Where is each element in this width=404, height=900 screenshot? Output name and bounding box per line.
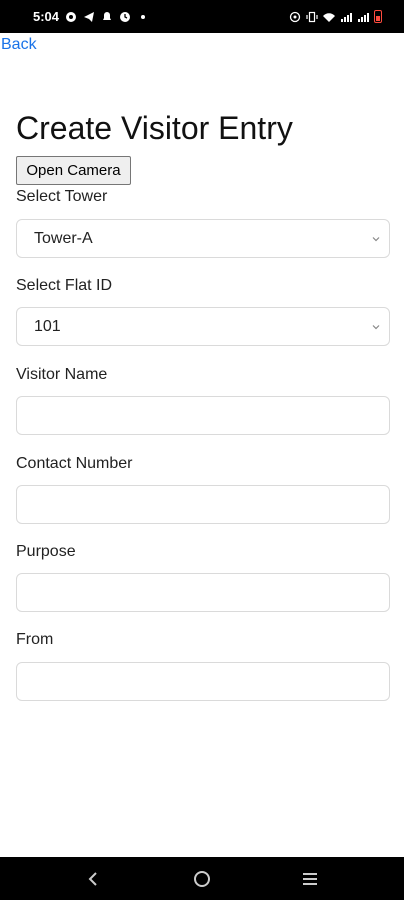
signal-secondary-icon xyxy=(357,11,369,23)
visitor-name-input[interactable] xyxy=(16,396,390,435)
status-left: 5:04 xyxy=(33,9,149,24)
tower-select[interactable]: Tower-A xyxy=(16,219,390,258)
visitor-name-label: Visitor Name xyxy=(16,366,108,383)
open-camera-button[interactable]: Open Camera xyxy=(16,156,131,185)
notification-icon xyxy=(101,11,113,23)
from-label: From xyxy=(16,631,54,648)
battery-icon xyxy=(374,10,382,23)
wifi-icon xyxy=(323,11,335,23)
clock-app-icon xyxy=(119,11,131,23)
chat-bubble-icon xyxy=(65,11,77,23)
purpose-input[interactable] xyxy=(16,573,390,612)
clock: 5:04 xyxy=(33,9,60,24)
flat-select[interactable]: 101 xyxy=(16,307,390,346)
from-input[interactable] xyxy=(16,662,390,701)
flat-select-value: 101 xyxy=(34,317,61,335)
nav-back-button[interactable] xyxy=(74,859,114,899)
signal-icon xyxy=(340,11,352,23)
menu-lines-icon xyxy=(303,872,317,885)
nav-home-button[interactable] xyxy=(182,859,222,899)
system-nav-bar xyxy=(0,857,404,900)
contact-number-label: Contact Number xyxy=(16,455,133,472)
back-chevron-icon xyxy=(88,871,97,886)
flat-label: Select Flat ID xyxy=(16,277,113,294)
vibrate-icon xyxy=(306,11,318,23)
chevron-down-icon xyxy=(371,322,381,332)
status-right xyxy=(289,10,382,23)
hotspot-icon xyxy=(289,11,301,23)
tower-label: Select Tower xyxy=(16,188,108,205)
nav-menu-button[interactable] xyxy=(290,859,330,899)
status-bar: 5:04 xyxy=(0,0,404,33)
telegram-icon xyxy=(83,11,95,23)
back-link[interactable]: Back xyxy=(1,36,37,54)
chevron-down-icon xyxy=(371,234,381,244)
page-title: Create Visitor Entry xyxy=(16,110,293,146)
contact-number-input[interactable] xyxy=(16,485,390,524)
more-dot-icon xyxy=(137,11,149,23)
home-circle-icon xyxy=(194,870,210,887)
tower-select-value: Tower-A xyxy=(34,229,93,247)
purpose-label: Purpose xyxy=(16,543,76,560)
